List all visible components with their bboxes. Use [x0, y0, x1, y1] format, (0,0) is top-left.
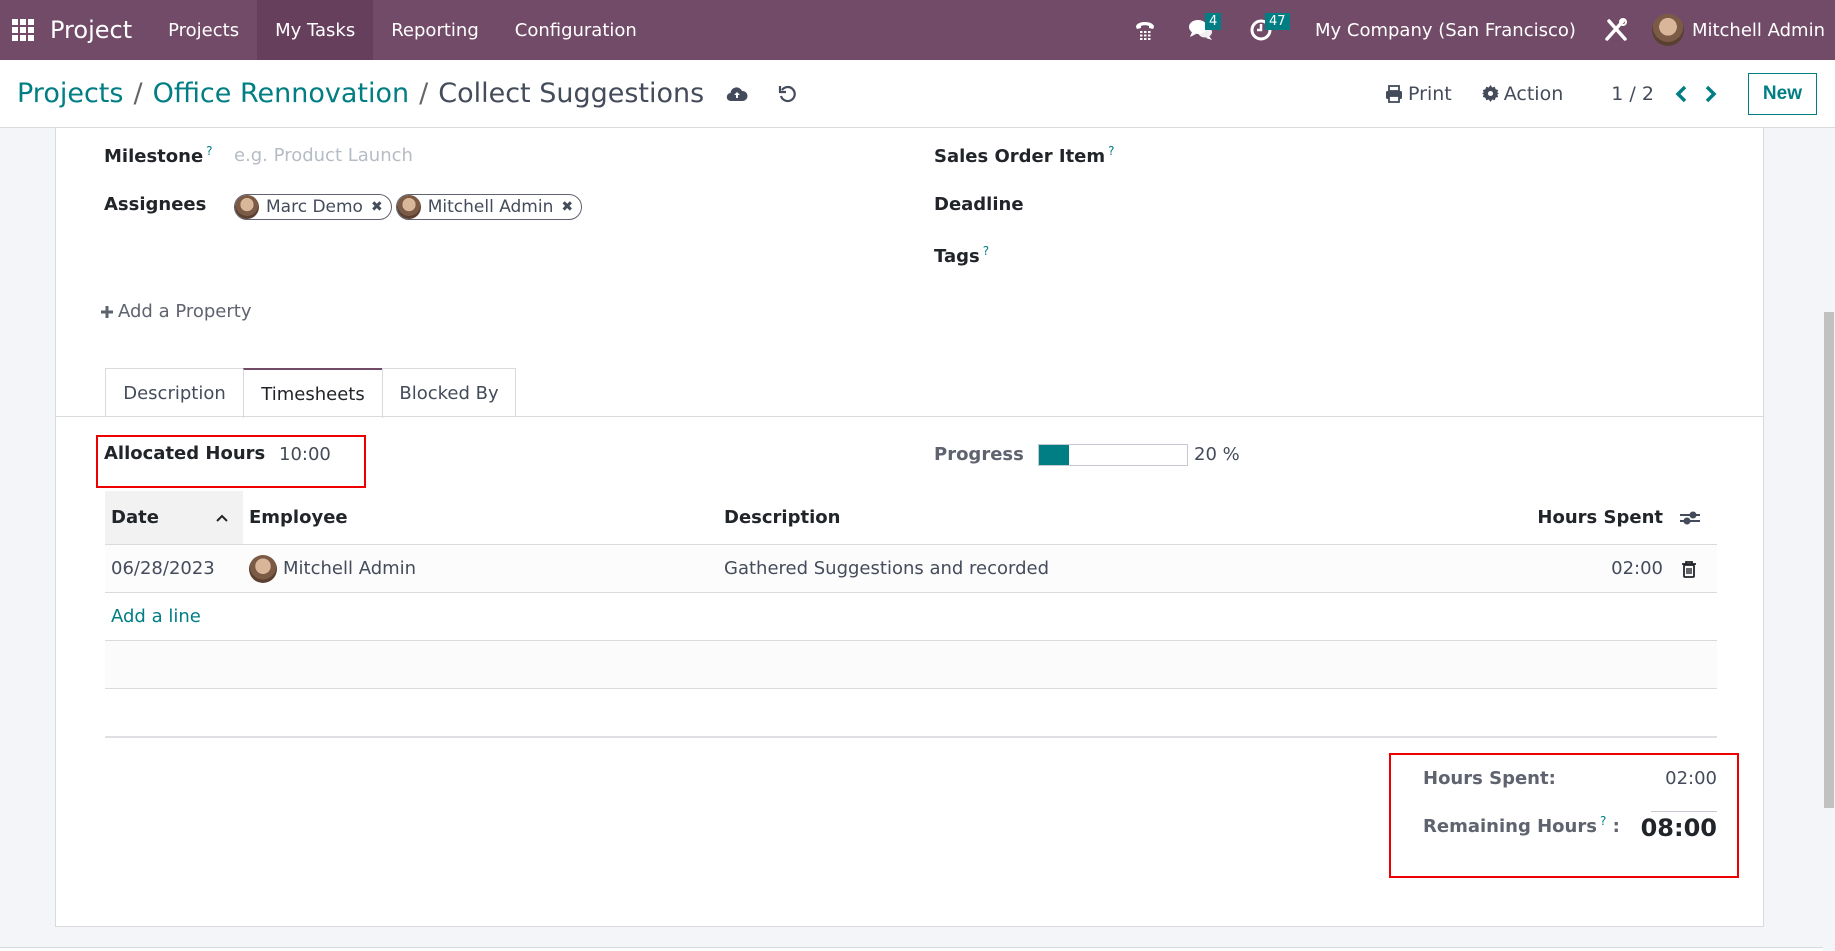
sort-ascending-icon: [216, 514, 228, 522]
print-icon: [1386, 84, 1403, 103]
action-button[interactable]: Action: [1481, 82, 1564, 105]
form-sheet: Milestone? e.g. Product Launch Assignees…: [55, 128, 1764, 927]
remove-tag-icon[interactable]: ✖: [561, 199, 573, 215]
totals-divider: [1651, 811, 1717, 812]
assignee-avatar: [235, 195, 259, 219]
hours-spent-total-value: 02:00: [1665, 768, 1717, 789]
deadline-input[interactable]: [1101, 188, 1701, 220]
apps-menu-icon[interactable]: [12, 19, 34, 41]
app-brand[interactable]: Project: [50, 16, 132, 44]
pager-value[interactable]: 1 / 2: [1611, 83, 1654, 105]
pager-next-button[interactable]: [1704, 85, 1718, 103]
tab-description[interactable]: Description: [105, 368, 244, 417]
top-navbar: Project Projects My Tasks Reporting Conf…: [0, 0, 1835, 60]
breadcrumb-current-task: Collect Suggestions: [438, 78, 705, 109]
assignee-avatar: [396, 195, 421, 219]
discard-icon[interactable]: [778, 85, 796, 103]
menu-configuration[interactable]: Configuration: [497, 0, 655, 60]
column-header-hours-spent[interactable]: Hours Spent: [1537, 507, 1663, 528]
print-label: Print: [1408, 82, 1452, 105]
activities-badge: 47: [1264, 13, 1290, 30]
gear-icon: [1481, 85, 1499, 102]
allocated-hours-value[interactable]: 10:00: [279, 444, 331, 465]
chevron-left-icon: [1675, 85, 1687, 102]
optional-columns-icon[interactable]: [1679, 509, 1701, 527]
add-line-row: Add a line: [105, 593, 1717, 641]
column-header-date[interactable]: Date: [105, 491, 243, 544]
row-date: 06/28/2023: [111, 558, 215, 579]
phone-icon[interactable]: [1123, 0, 1167, 60]
breadcrumb: Projects / Office Rennovation / Collect …: [17, 78, 704, 109]
row-employee: Mitchell Admin: [249, 554, 416, 583]
company-switcher[interactable]: My Company (San Francisco): [1315, 20, 1576, 41]
tabs-divider: [56, 416, 1763, 417]
add-line-button[interactable]: Add a line: [111, 606, 201, 627]
milestone-label: Milestone?: [104, 144, 213, 167]
column-header-description[interactable]: Description: [724, 507, 840, 528]
pager-previous-button[interactable]: [1674, 85, 1688, 103]
control-panel: Projects / Office Rennovation / Collect …: [0, 60, 1835, 128]
assignee-tag: Marc Demo ✖: [234, 194, 392, 220]
milestone-input[interactable]: e.g. Product Launch: [234, 145, 413, 166]
breadcrumb-projects[interactable]: Projects: [17, 78, 123, 109]
allocated-hours-label: Allocated Hours: [104, 443, 266, 464]
print-button[interactable]: Print: [1385, 83, 1452, 105]
deadline-label: Deadline: [934, 194, 1024, 215]
hours-spent-total-label: Hours Spent:: [1423, 768, 1556, 789]
progress-text: 20 %: [1194, 444, 1240, 465]
row-description: Gathered Suggestions and recorded: [724, 558, 1050, 579]
tab-blocked-by[interactable]: Blocked By: [382, 368, 516, 417]
assignee-tag: Mitchell Admin ✖: [395, 194, 583, 220]
user-menu[interactable]: Mitchell Admin: [1651, 14, 1825, 46]
progress-fill: [1039, 445, 1069, 465]
tab-timesheets[interactable]: Timesheets: [243, 368, 383, 418]
activities-icon[interactable]: 47: [1239, 0, 1290, 60]
breadcrumb-separator: /: [133, 78, 143, 109]
debug-tools-icon[interactable]: [1594, 0, 1638, 60]
user-name: Mitchell Admin: [1691, 19, 1825, 41]
add-property-button[interactable]: Add a Property: [100, 301, 252, 322]
empty-row: [105, 641, 1717, 689]
user-avatar: [1651, 14, 1684, 46]
empty-row: [105, 689, 1717, 738]
progress-label: Progress: [934, 444, 1024, 465]
employee-avatar: [249, 554, 277, 583]
messages-icon[interactable]: 4: [1179, 0, 1223, 60]
menu-reporting[interactable]: Reporting: [373, 0, 497, 60]
sales-order-item-input[interactable]: [1101, 138, 1701, 170]
assignees-label: Assignees: [104, 194, 207, 215]
assignees-field[interactable]: Marc Demo ✖ Mitchell Admin ✖: [234, 194, 586, 220]
messages-badge: 4: [1204, 13, 1222, 30]
tags-input[interactable]: [1101, 238, 1701, 270]
scrollbar-thumb[interactable]: [1824, 312, 1834, 808]
tags-label: Tags?: [934, 244, 990, 267]
bottom-border: [0, 947, 1823, 951]
tags-help-icon[interactable]: ?: [983, 244, 989, 258]
column-header-employee[interactable]: Employee: [249, 507, 348, 528]
sales-order-item-label: Sales Order Item?: [934, 144, 1115, 167]
table-header: Date Employee Description Hours Spent: [105, 491, 1717, 545]
breadcrumb-project[interactable]: Office Rennovation: [153, 78, 410, 109]
menu-projects[interactable]: Projects: [150, 0, 257, 60]
remaining-hours-value: 08:00: [1640, 814, 1717, 842]
remove-tag-icon[interactable]: ✖: [371, 199, 383, 215]
delete-row-icon[interactable]: [1681, 560, 1697, 578]
milestone-help-icon[interactable]: ?: [206, 144, 212, 158]
save-cloud-icon[interactable]: [726, 85, 748, 103]
progress-bar: [1038, 444, 1188, 466]
breadcrumb-separator: /: [419, 78, 429, 109]
table-row[interactable]: 06/28/2023 Mitchell Admin Gathered Sugge…: [105, 545, 1717, 593]
action-label: Action: [1503, 82, 1564, 105]
plus-icon: [101, 305, 113, 318]
row-hours: 02:00: [1611, 558, 1663, 579]
chevron-right-icon: [1705, 85, 1717, 102]
timesheet-table: Date Employee Description Hours Spent 06…: [105, 491, 1717, 738]
new-button[interactable]: New: [1747, 72, 1817, 115]
menu-my-tasks[interactable]: My Tasks: [257, 0, 374, 60]
